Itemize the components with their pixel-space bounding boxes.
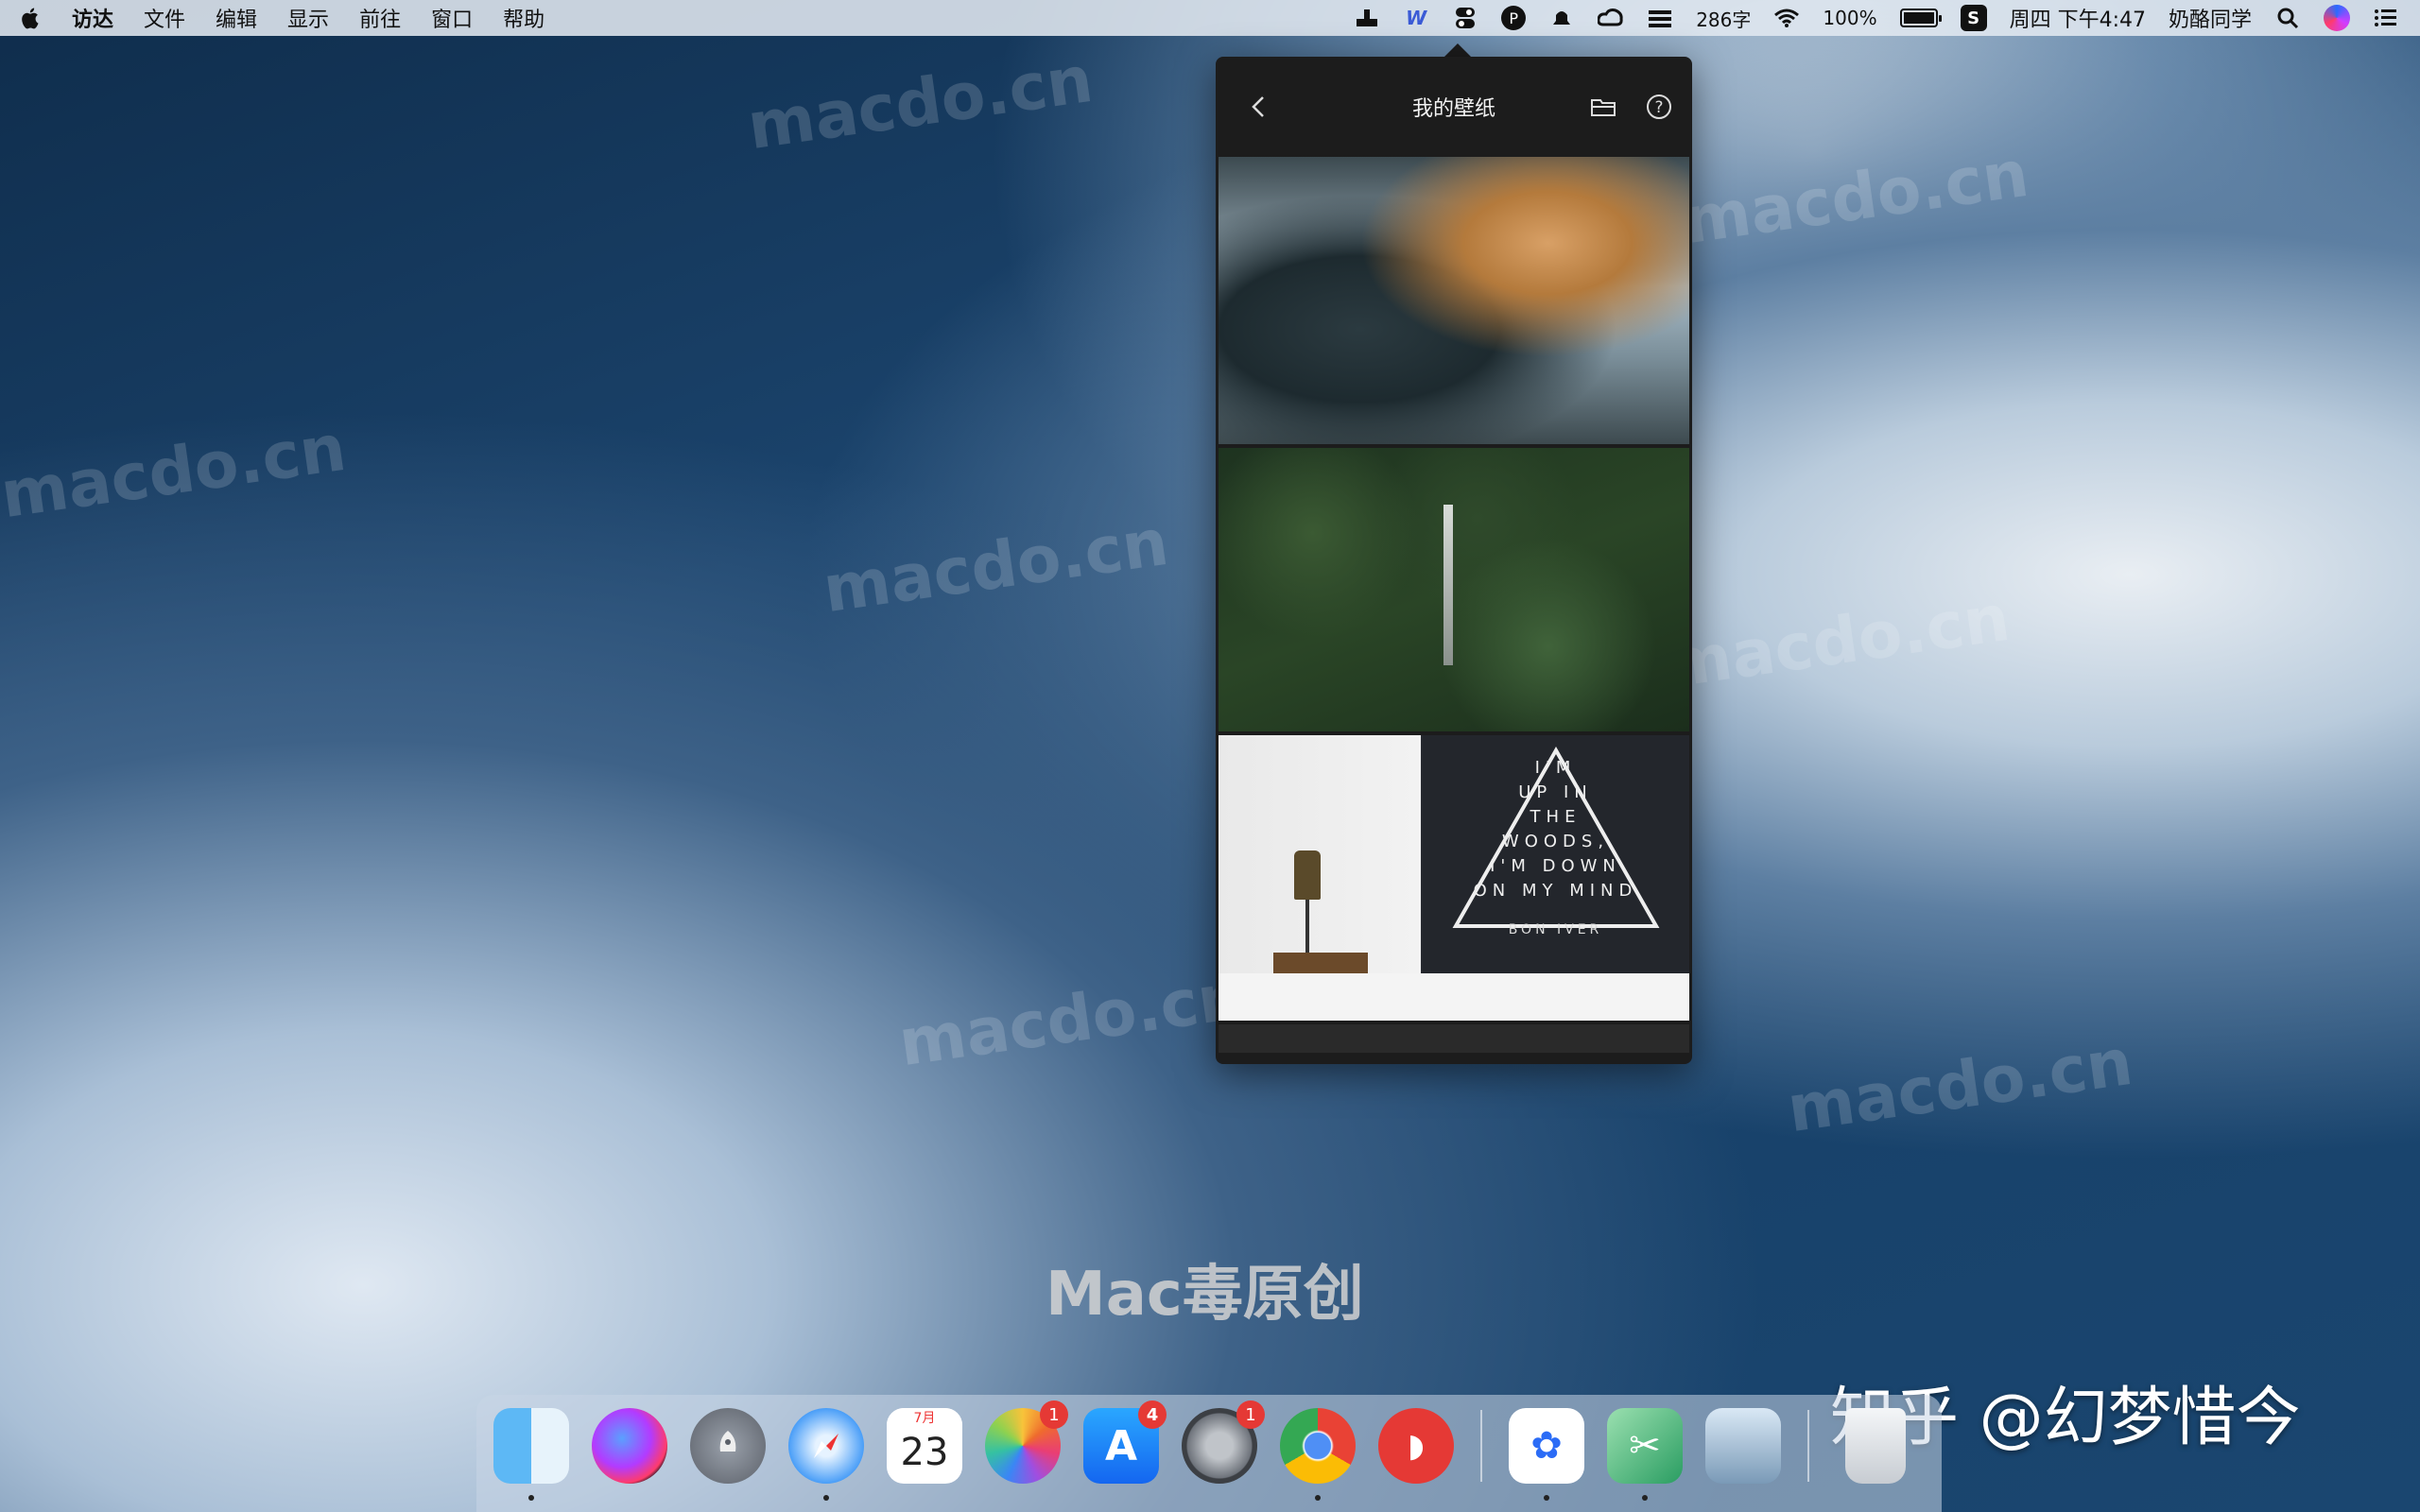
menu-go[interactable]: 前往 xyxy=(359,3,401,33)
panel-caret xyxy=(1444,43,1471,57)
user-name[interactable]: 奶酪同学 xyxy=(2169,3,2252,33)
watermark: macdo.cn xyxy=(0,410,351,534)
svg-text:?: ? xyxy=(1654,98,1663,117)
search-icon[interactable] xyxy=(2274,7,2301,29)
compass-icon xyxy=(814,1434,838,1458)
menu-bar-right: W P 286字 100% S 周四 下午4:47 奶酪同学 xyxy=(1354,3,2399,33)
siri-icon[interactable] xyxy=(2324,5,2350,31)
menu-help[interactable]: 帮助 xyxy=(503,3,544,33)
lamp-shape xyxy=(1294,850,1321,900)
running-dot xyxy=(528,1495,534,1501)
notification-icon[interactable] xyxy=(1548,7,1575,29)
wallpaper-grid: I'M UP IN THE WOODS, I'M DOWN ON MY MIND… xyxy=(1219,157,1689,1057)
photos-badge: 1 xyxy=(1040,1400,1068,1429)
preview-icon[interactable] xyxy=(1705,1408,1781,1484)
dock-separator xyxy=(1807,1410,1809,1482)
help-icon: ? xyxy=(1647,94,1671,119)
folder-icon xyxy=(1591,99,1616,116)
siri-dock-icon[interactable] xyxy=(592,1408,667,1484)
app-store-badge: 4 xyxy=(1138,1400,1167,1429)
clock[interactable]: 周四 下午4:47 xyxy=(2010,3,2146,33)
calendar-month: 7月 xyxy=(887,1408,962,1429)
panel-header: 我的壁纸 ? xyxy=(1216,57,1692,157)
finder-icon[interactable] xyxy=(493,1408,569,1501)
menu-view[interactable]: 显示 xyxy=(287,3,329,33)
poster-signature: BON IVER xyxy=(1508,922,1603,937)
back-button[interactable] xyxy=(1242,91,1274,123)
watermark: macdo.cn xyxy=(1679,136,2033,260)
folder-button[interactable] xyxy=(1588,91,1620,123)
safari-icon[interactable] xyxy=(788,1408,864,1501)
photos-icon[interactable]: 1 xyxy=(985,1400,1068,1484)
running-dot xyxy=(1315,1495,1321,1501)
sogou-input-icon[interactable]: S xyxy=(1960,5,1987,31)
calendar-day: 23 xyxy=(900,1431,949,1474)
app-store-icon[interactable]: A 4 xyxy=(1083,1400,1167,1484)
running-dot xyxy=(1544,1495,1549,1501)
rocket-icon xyxy=(719,1431,736,1452)
watermark: macdo.cn xyxy=(743,42,1098,165)
running-dot xyxy=(823,1495,829,1501)
p-icon[interactable]: P xyxy=(1501,6,1527,30)
creative-cloud-icon[interactable] xyxy=(1598,7,1624,29)
menu-window[interactable]: 窗口 xyxy=(431,3,473,33)
wallpaper-thumbnail-partial[interactable] xyxy=(1219,1024,1689,1053)
chrome-icon[interactable] xyxy=(1280,1408,1356,1501)
menu-edit[interactable]: 编辑 xyxy=(216,3,257,33)
dock: 7月 23 1 A 4 1 ◗ ✿ ✂ xyxy=(476,1395,1942,1512)
baidu-netdisk-icon[interactable]: ✿ xyxy=(1509,1408,1584,1501)
dock-items: 7月 23 1 A 4 1 ◗ ✿ ✂ xyxy=(493,1400,1925,1501)
tower-shape xyxy=(1443,505,1453,665)
menu-finder[interactable]: 访达 xyxy=(72,3,113,33)
scissors-app-icon[interactable]: ✂ xyxy=(1607,1408,1683,1501)
poster: I'M UP IN THE WOODS, I'M DOWN ON MY MIND… xyxy=(1422,735,1689,973)
calendar-icon[interactable]: 7月 23 xyxy=(887,1408,962,1484)
lamp-pole-shape xyxy=(1305,900,1309,956)
battery-icon[interactable] xyxy=(1899,9,1942,27)
menu-bar-left: 访达 文件 编辑 显示 前往 窗口 帮助 xyxy=(21,3,544,33)
watermark: macdo.cn xyxy=(1660,580,2014,704)
w-icon[interactable]: W xyxy=(1403,7,1429,29)
system-preferences-icon[interactable]: 1 xyxy=(1182,1400,1265,1484)
apple-icon[interactable] xyxy=(21,6,42,30)
wifi-icon[interactable] xyxy=(1773,7,1800,29)
launchpad-icon[interactable] xyxy=(690,1408,766,1484)
panel-title: 我的壁纸 xyxy=(1411,97,1495,121)
upload-icon[interactable] xyxy=(1354,7,1380,29)
wallpaper-thumbnail-forest[interactable] xyxy=(1219,448,1689,731)
system-preferences-badge: 1 xyxy=(1236,1400,1265,1429)
help-button[interactable]: ? xyxy=(1643,91,1675,123)
signature-watermark: Mac毒原创 xyxy=(1046,1260,1364,1330)
menu-bar: 访达 文件 编辑 显示 前往 窗口 帮助 W P 286字 100% S 周四 … xyxy=(0,0,2420,36)
trash-icon[interactable] xyxy=(1845,1408,1906,1484)
poster-text: I'M UP IN THE WOODS, I'M DOWN ON MY MIND xyxy=(1473,758,1638,901)
menu-file[interactable]: 文件 xyxy=(144,3,185,33)
watermark: macdo.cn xyxy=(1783,1024,2137,1148)
watermark: macdo.cn xyxy=(894,958,1249,1082)
battery-percent[interactable]: 100% xyxy=(1823,7,1876,29)
toggle-icon[interactable] xyxy=(1452,7,1478,29)
bear-icon[interactable]: ◗ xyxy=(1378,1408,1454,1484)
running-dot xyxy=(1642,1495,1648,1501)
wallpaper-panel: 我的壁纸 ? I'M UP IN THE WOODS, I'M DOWN ON … xyxy=(1216,57,1692,1064)
bed-shape xyxy=(1219,973,1689,1021)
watermark: macdo.cn xyxy=(819,505,1173,628)
control-center-icon[interactable] xyxy=(2373,7,2399,29)
dock-separator xyxy=(1480,1410,1482,1482)
menu-list-icon[interactable] xyxy=(1647,7,1673,29)
wallpaper-thumbnail-fountain[interactable] xyxy=(1219,157,1689,444)
word-count[interactable]: 286字 xyxy=(1696,5,1751,32)
wallpaper-thumbnail-bedroom[interactable]: I'M UP IN THE WOODS, I'M DOWN ON MY MIND… xyxy=(1219,735,1689,1021)
back-icon xyxy=(1252,96,1264,117)
